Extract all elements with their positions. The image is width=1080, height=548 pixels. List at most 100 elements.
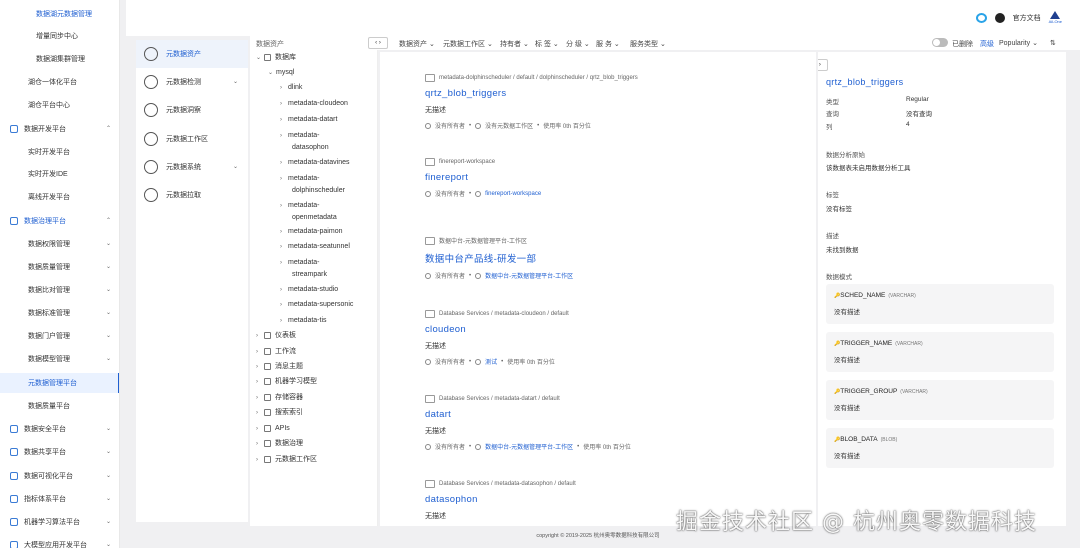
chevron-right-icon[interactable]: › — [280, 83, 288, 94]
filter-dropdown[interactable]: 分 级 ⌄ — [566, 39, 590, 49]
schema-column[interactable]: 🔑TRIGGER_GROUP (VARCHAR) 没有描述 — [826, 380, 1054, 420]
nav-item[interactable]: 数据质量管理 ⌄ — [0, 257, 119, 277]
tree-node[interactable]: ⌄ 数据库 — [256, 52, 296, 64]
result-title[interactable]: datart — [425, 409, 805, 420]
github-icon[interactable] — [994, 12, 1005, 23]
nav-item[interactable]: 实时开发平台 — [0, 142, 119, 162]
chevron-right-icon[interactable]: › — [256, 377, 264, 388]
nav-item[interactable]: 数据标准管理 ⌄ — [0, 303, 119, 323]
chevron-right-icon[interactable]: › — [280, 242, 288, 253]
nav-item[interactable]: 数据湖集群管理 — [0, 49, 119, 69]
chevron-right-icon[interactable]: › — [256, 347, 264, 358]
chevron-right-icon[interactable]: › — [256, 439, 264, 450]
tree-node[interactable]: › metadata-cloudeon — [280, 98, 348, 110]
side-menu-item[interactable]: 元数据检测 ⌄ — [136, 68, 248, 96]
filter-dropdown[interactable]: 持有者 ⌄ — [500, 39, 529, 49]
deleted-toggle[interactable] — [932, 38, 948, 47]
openmetadata-icon[interactable] — [975, 12, 987, 23]
tree-node[interactable]: › 仪表板 — [256, 330, 296, 342]
nav-item[interactable]: 指标体系平台 ⌄ — [0, 489, 119, 509]
tree-node[interactable]: › 机器学习模型 — [256, 376, 317, 388]
filter-dropdown[interactable]: 数据资产 ⌄ — [399, 39, 435, 49]
nav-item[interactable]: 数据门户管理 ⌄ — [0, 326, 119, 346]
collapse-tree-button[interactable]: ‹ › — [368, 37, 388, 49]
nav-item[interactable]: 数据安全平台 ⌄ — [0, 419, 119, 439]
chevron-right-icon[interactable]: › — [280, 316, 288, 327]
advanced-search-link[interactable]: 高级 — [980, 39, 994, 49]
chevron-right-icon[interactable]: › — [256, 331, 264, 342]
chevron-right-icon[interactable]: › — [256, 393, 264, 404]
schema-column[interactable]: 🔑TRIGGER_NAME (VARCHAR) 没有描述 — [826, 332, 1054, 372]
sort-direction-icon[interactable]: ⇅ — [1050, 39, 1056, 47]
side-menu-item[interactable]: 元数据工作区 — [136, 125, 248, 153]
nav-item[interactable]: 增量同步中心 — [0, 26, 119, 46]
nav-item[interactable]: 数据开发平台 ⌃ — [0, 119, 119, 139]
tree-node[interactable]: › metadata-paimon — [280, 226, 342, 238]
tree-node[interactable]: › metadata-datasophon — [280, 130, 329, 153]
chevron-right-icon[interactable]: › — [256, 408, 264, 419]
nav-item[interactable]: 数据湖元数据管理 — [0, 4, 119, 24]
filter-dropdown[interactable]: 服务类型 ⌄ — [630, 39, 666, 49]
chevron-right-icon[interactable]: › — [280, 99, 288, 110]
chevron-down-icon[interactable]: ⌄ — [256, 53, 264, 64]
filter-dropdown[interactable]: 标 签 ⌄ — [535, 39, 559, 49]
chevron-right-icon[interactable]: › — [280, 131, 288, 142]
chevron-right-icon[interactable]: › — [280, 201, 288, 212]
chevron-right-icon[interactable]: › — [280, 158, 288, 169]
workspace-label[interactable]: finereport-workspace — [485, 191, 541, 197]
result-title[interactable]: 数据中台产品线-研发一部 — [425, 251, 805, 265]
breadcrumb-text[interactable]: Database Services / metadata-cloudeon / … — [439, 311, 569, 317]
result-title[interactable]: finereport — [425, 172, 805, 183]
tree-node[interactable]: › APIs — [256, 423, 290, 435]
breadcrumb-text[interactable]: finereport-workspace — [439, 159, 495, 165]
sort-select[interactable]: Popularity ⌄ — [999, 39, 1038, 47]
chevron-right-icon[interactable]: › — [256, 362, 264, 373]
side-menu-item[interactable]: 元数据资产 — [136, 40, 248, 68]
tree-node[interactable]: › metadata-seatunnel — [280, 241, 350, 253]
result-title[interactable]: qrtz_blob_triggers — [425, 88, 805, 99]
breadcrumb-text[interactable]: metadata-dolphinscheduler / default / do… — [439, 75, 638, 81]
workspace-label[interactable]: 数据中台-元数据管理平台-工作区 — [485, 271, 573, 280]
chevron-right-icon[interactable]: › — [280, 300, 288, 311]
workspace-label[interactable]: 数据中台-元数据管理平台-工作区 — [485, 442, 573, 451]
nav-item[interactable]: 大模型应用开发平台 ⌄ — [0, 535, 119, 548]
breadcrumb-text[interactable]: Database Services / metadata-datasophon … — [439, 481, 576, 487]
filter-dropdown[interactable]: 服 务 ⌄ — [596, 39, 620, 49]
collapse-detail-button[interactable]: ‹ › — [818, 59, 828, 71]
tree-node[interactable]: › 元数据工作区 — [256, 454, 317, 466]
tree-node[interactable]: › metadata-openmetadata — [280, 200, 337, 223]
filter-dropdown[interactable]: 元数据工作区 ⌄ — [443, 39, 493, 49]
chevron-down-icon[interactable]: ⌄ — [268, 68, 276, 79]
chevron-right-icon[interactable]: › — [280, 258, 288, 269]
tree-node[interactable]: › 搜索索引 — [256, 407, 303, 419]
nav-item[interactable]: 数据可视化平台 ⌄ — [0, 466, 119, 486]
nav-item[interactable]: 数据治理平台 ⌃ — [0, 211, 119, 231]
nav-item[interactable]: 离线开发平台 — [0, 187, 119, 207]
workspace-label[interactable]: 测试 — [485, 357, 497, 366]
chevron-right-icon[interactable]: › — [280, 174, 288, 185]
tree-node[interactable]: › dlink — [280, 82, 302, 94]
chevron-right-icon[interactable]: › — [256, 424, 264, 435]
tree-node[interactable]: › metadata-datart — [280, 114, 337, 126]
tree-node[interactable]: › metadata-dolphinscheduler — [280, 173, 345, 196]
tree-node[interactable]: › metadata-tis — [280, 315, 327, 327]
chevron-right-icon[interactable]: › — [280, 285, 288, 296]
nav-item[interactable]: 元数据管理平台 — [0, 373, 119, 393]
tree-node[interactable]: › metadata-supersonic — [280, 299, 353, 311]
docs-link[interactable]: 官方文档 — [1013, 13, 1041, 23]
tree-node[interactable]: ⌄ mysql — [268, 67, 294, 79]
nav-item[interactable]: 湖仓平台中心 — [0, 95, 119, 115]
nav-item[interactable]: 湖仓一体化平台 — [0, 72, 119, 92]
tree-node[interactable]: › 消息主题 — [256, 361, 303, 373]
nav-item[interactable]: 数据质量平台 — [0, 396, 119, 416]
side-menu-item[interactable]: 元数据拉取 — [136, 181, 248, 209]
breadcrumb-text[interactable]: Database Services / metadata-datart / de… — [439, 396, 560, 402]
tree-node[interactable]: › 工作流 — [256, 346, 296, 358]
breadcrumb-text[interactable]: 数据中台-元数据管理平台-工作区 — [439, 236, 527, 245]
tree-node[interactable]: › metadata-datavines — [280, 157, 349, 169]
chevron-right-icon[interactable]: › — [280, 227, 288, 238]
schema-column[interactable]: 🔑SCHED_NAME (VARCHAR) 没有描述 — [826, 284, 1054, 324]
tree-node[interactable]: › metadata-streampark — [280, 257, 327, 280]
chevron-right-icon[interactable]: › — [256, 455, 264, 466]
nav-item[interactable]: 数据模型管理 ⌄ — [0, 349, 119, 369]
